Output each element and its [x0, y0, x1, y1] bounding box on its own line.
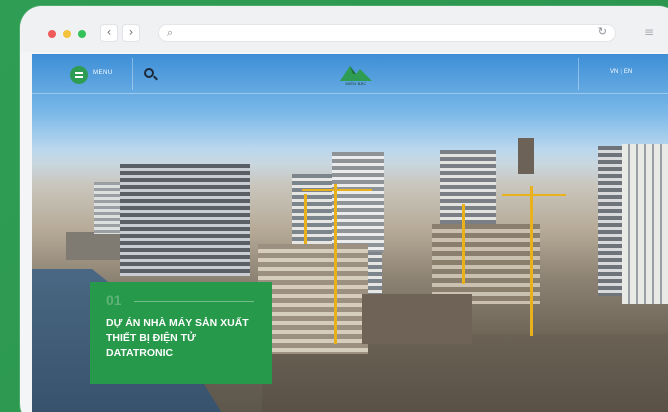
forward-button[interactable]: ›	[122, 24, 140, 42]
crane	[462, 204, 465, 284]
crane-arm	[302, 189, 372, 191]
building	[622, 144, 668, 304]
hamburger-menu-icon[interactable]	[70, 66, 88, 84]
lang-en-link[interactable]: EN	[624, 69, 632, 75]
browser-window: ‹ › ⌕ ↻ ≡ MENU MIỀN BẮC VN | EN 01 DỰ ÁN…	[20, 6, 668, 412]
back-button[interactable]: ‹	[100, 24, 118, 42]
building	[332, 152, 384, 252]
crane-arm	[502, 194, 566, 196]
language-switcher: VN | EN	[610, 69, 632, 75]
card-divider	[134, 301, 254, 302]
project-title: DỰ ÁN NHÀ MÁY SẢN XUẤT THIẾT BỊ ĐIỆN TỬ …	[106, 317, 249, 359]
search-icon: ⌕	[167, 26, 174, 39]
site-logo[interactable]: MIỀN BẮC	[338, 62, 374, 88]
mountain-logo-icon	[340, 66, 372, 81]
website-viewport: MENU MIỀN BẮC VN | EN 01 DỰ ÁN NHÀ MÁY SẢN…	[32, 54, 668, 412]
site-header: MENU MIỀN BẮC VN | EN	[32, 54, 668, 94]
lang-vn-link[interactable]: VN	[610, 69, 618, 75]
building	[120, 164, 250, 276]
menu-label[interactable]: MENU	[93, 70, 113, 76]
lang-separator: |	[620, 69, 622, 75]
project-number: 01	[106, 292, 122, 308]
crane	[530, 186, 533, 336]
project-card[interactable]: 01 DỰ ÁN NHÀ MÁY SẢN XUẤT THIẾT BỊ ĐIỆN …	[90, 282, 272, 384]
logo-text: MIỀN BẮC	[345, 81, 367, 86]
building	[518, 138, 534, 174]
chevron-right-icon: ›	[128, 25, 134, 39]
building-under-construction	[258, 244, 368, 354]
header-divider	[132, 58, 133, 90]
close-window-dot[interactable]	[48, 30, 56, 38]
building-under-construction	[362, 294, 472, 344]
address-bar[interactable]: ⌕ ↻	[158, 24, 616, 42]
crane	[334, 184, 337, 344]
browser-toolbar: ‹ › ⌕ ↻ ≡	[20, 6, 668, 52]
search-icon[interactable]	[144, 68, 154, 78]
building	[440, 150, 496, 230]
header-divider	[578, 58, 579, 90]
building-under-construction	[432, 224, 540, 304]
crane	[304, 194, 307, 244]
reload-icon[interactable]: ↻	[598, 25, 607, 38]
minimize-window-dot[interactable]	[63, 30, 71, 38]
chevron-left-icon: ‹	[106, 25, 112, 39]
maximize-window-dot[interactable]	[78, 30, 86, 38]
browser-menu-icon[interactable]: ≡	[644, 25, 654, 39]
